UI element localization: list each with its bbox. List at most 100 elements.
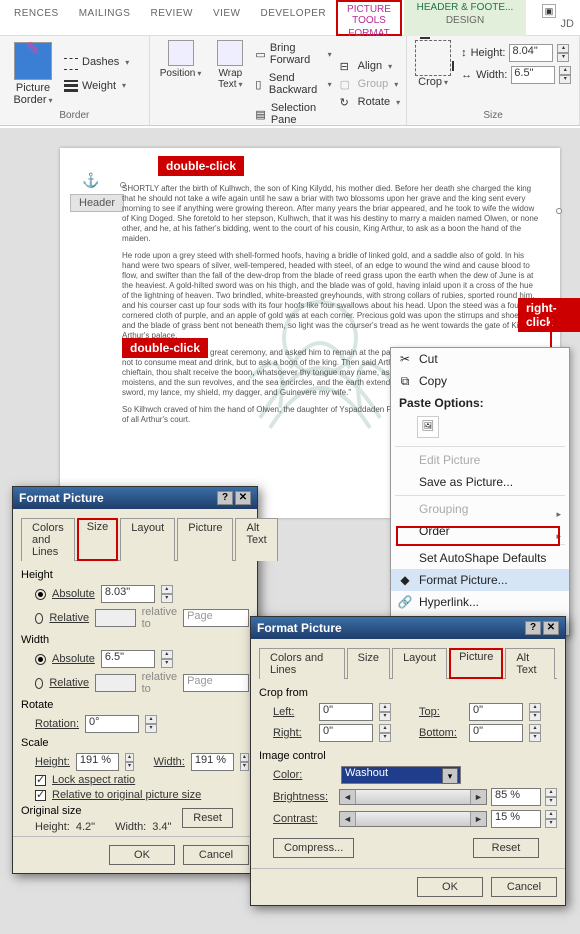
dlg2-top-label: Top:	[419, 706, 463, 718]
paste-option-picture[interactable]: 🖼	[417, 416, 439, 438]
wrap-text-button[interactable]: Wrap Text	[213, 40, 247, 128]
dlg2-contrast-slider[interactable]: ◄►	[339, 811, 487, 827]
dlg2-tab-size[interactable]: Size	[347, 648, 390, 679]
dlg2-color-combo[interactable]: Washout	[341, 766, 461, 784]
dlg2-right-spin[interactable]: ▴▾	[379, 724, 391, 742]
dlg1-close-button[interactable]: ✕	[235, 491, 251, 505]
dlg1-reset-button[interactable]: Reset	[182, 808, 233, 828]
dlg2-reset-button[interactable]: Reset	[473, 838, 539, 858]
dlg1-orig-h-label: Height:	[35, 821, 70, 833]
dlg2-right-input[interactable]: 0"	[319, 724, 373, 742]
dlg2-tab-alttext[interactable]: Alt Text	[505, 648, 555, 679]
dlg1-h-relative-label: Relative	[49, 612, 89, 624]
dlg1-h-absolute-input[interactable]: 8.03"	[101, 585, 155, 603]
dlg1-cancel-button[interactable]: Cancel	[183, 845, 249, 865]
account-initials[interactable]: JD	[561, 18, 574, 30]
dlg1-w-absolute-radio[interactable]	[35, 654, 46, 665]
height-input[interactable]: 8.04"	[509, 44, 553, 62]
ctx-cut[interactable]: ✂Cut	[391, 348, 569, 370]
position-button[interactable]: Position	[156, 40, 206, 128]
dlg2-left-input[interactable]: 0"	[319, 703, 373, 721]
dlg1-w-spin[interactable]: ▴▾	[161, 650, 173, 668]
dlg1-scale-group: Scale	[21, 737, 249, 749]
dlg1-rot-spin[interactable]: ▴▾	[145, 715, 157, 733]
dlg2-tab-picture[interactable]: Picture	[449, 648, 503, 679]
dlg1-tab-colors[interactable]: Colors and Lines	[21, 518, 75, 561]
width-input[interactable]: 6.5"	[511, 66, 555, 84]
send-backward-button[interactable]: ▯Send Backward	[255, 70, 331, 98]
dlg2-brightness-spin[interactable]: ▴▾	[545, 788, 557, 806]
dlg2-tab-layout[interactable]: Layout	[392, 648, 447, 679]
weight-button[interactable]: Weight	[64, 78, 129, 94]
crop-button[interactable]: Crop	[415, 76, 451, 88]
tab-mailings[interactable]: MAILINGS	[69, 0, 141, 35]
ctx-hyperlink[interactable]: 🔗Hyperlink...	[391, 591, 569, 613]
rotate-button[interactable]: ↻Rotate	[340, 94, 400, 110]
dlg2-brightness-input[interactable]: 85 %	[491, 788, 541, 806]
handle-ne[interactable]	[556, 208, 562, 214]
tab-references[interactable]: RENCES	[4, 0, 69, 35]
dlg1-rotation-input[interactable]: 0°	[85, 715, 139, 733]
dlg1-help-button[interactable]: ?	[217, 491, 233, 505]
width-spinner[interactable]: ▴▾	[559, 66, 571, 84]
dlg2-titlebar[interactable]: Format Picture ?✕	[251, 617, 565, 639]
ribbon-expand-icon[interactable]: ▣	[542, 4, 556, 18]
ctx-format-picture[interactable]: ◆Format Picture...	[391, 569, 569, 591]
bring-forward-label: Bring Forward	[270, 42, 322, 66]
ctx-sep-1	[395, 446, 565, 447]
dlg1-scale-w-label: Width:	[154, 756, 185, 768]
ctx-copy-label: Copy	[419, 374, 447, 388]
picture-tools-tab[interactable]: PICTURE TOOLS FORMAT	[336, 0, 402, 36]
height-spinner[interactable]: ▴▾	[557, 44, 569, 62]
dlg1-titlebar[interactable]: Format Picture ?✕	[13, 487, 257, 509]
dlg2-brightness-slider[interactable]: ◄►	[339, 789, 487, 805]
ctx-autoshape-defaults[interactable]: Set AutoShape Defaults	[391, 547, 569, 569]
align-button[interactable]: ⊟Align	[340, 58, 400, 74]
dlg1-scale-h-input[interactable]: 191 %	[76, 753, 119, 771]
dlg1-tab-size[interactable]: Size	[77, 518, 118, 561]
dlg1-tab-picture[interactable]: Picture	[177, 518, 233, 561]
dlg2-bottom-spin[interactable]: ▴▾	[529, 724, 541, 742]
dlg1-h-relative-radio[interactable]	[35, 613, 43, 624]
dlg1-tab-alttext[interactable]: Alt Text	[235, 518, 277, 561]
dlg2-cancel-button[interactable]: Cancel	[491, 877, 557, 897]
dlg2-contrast-spin[interactable]: ▴▾	[545, 810, 557, 828]
wrap-text-label: Wrap Text	[218, 68, 242, 90]
dlg1-ok-button[interactable]: OK	[109, 845, 175, 865]
dlg2-help-button[interactable]: ?	[525, 621, 541, 635]
dlg1-w-absolute-label: Absolute	[52, 653, 95, 665]
dlg1-lock-aspect-check[interactable]	[35, 775, 46, 786]
dashes-button[interactable]: Dashes	[64, 53, 129, 72]
dlg1-h-spin[interactable]: ▴▾	[161, 585, 173, 603]
group-button[interactable]: ▢Group	[340, 76, 400, 92]
dlg1-scalew-spin[interactable]: ▴▾	[240, 753, 249, 771]
ctx-save-as-picture[interactable]: Save as Picture...	[391, 471, 569, 493]
dlg1-tab-layout[interactable]: Layout	[120, 518, 175, 561]
header-footer-tab[interactable]: HEADER & FOOTE... DESIGN	[404, 0, 526, 36]
tab-view[interactable]: VIEW	[203, 0, 251, 35]
dlg2-top-input[interactable]: 0"	[469, 703, 523, 721]
dlg2-close-button[interactable]: ✕	[543, 621, 559, 635]
dlg2-tab-colors[interactable]: Colors and Lines	[259, 648, 345, 679]
dlg2-contrast-input[interactable]: 15 %	[491, 810, 541, 828]
selection-pane-button[interactable]: ▤Selection Pane	[255, 100, 331, 128]
picture-border-label: Picture Border	[6, 82, 60, 106]
header-chip[interactable]: Header	[70, 194, 124, 212]
dlg2-left-spin[interactable]: ▴▾	[379, 703, 391, 721]
dlg1-rel-orig-check[interactable]	[35, 790, 46, 801]
tab-developer[interactable]: DEVELOPER	[251, 0, 337, 35]
dlg1-scale-w-input[interactable]: 191 %	[191, 753, 234, 771]
dlg1-w-relative-radio[interactable]	[35, 678, 43, 689]
dlg2-compress-button[interactable]: Compress...	[273, 838, 354, 858]
dlg2-bottom-input[interactable]: 0"	[469, 724, 523, 742]
dlg2-ok-button[interactable]: OK	[417, 877, 483, 897]
ctx-copy[interactable]: ⧉Copy	[391, 370, 569, 392]
dlg1-h-absolute-radio[interactable]	[35, 589, 46, 600]
dlg2-top-spin[interactable]: ▴▾	[529, 703, 541, 721]
bring-forward-button[interactable]: ▭Bring Forward	[255, 40, 331, 68]
tab-review[interactable]: REVIEW	[140, 0, 202, 35]
ctx-grouping: Grouping	[391, 498, 569, 520]
dlg1-w-absolute-input[interactable]: 6.5"	[101, 650, 155, 668]
dlg1-scaleh-spin[interactable]: ▴▾	[125, 753, 134, 771]
picture-border-button[interactable]: Picture Border	[6, 40, 60, 106]
